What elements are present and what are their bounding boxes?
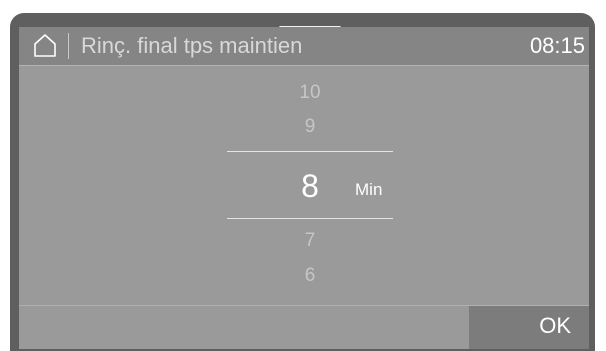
- ok-button[interactable]: OK: [469, 306, 589, 349]
- selection-line-top: [227, 151, 393, 152]
- picker-option[interactable]: 6: [227, 264, 393, 288]
- picker-option[interactable]: 7: [227, 229, 393, 253]
- picker-option[interactable]: 9: [227, 115, 393, 139]
- header-divider: [68, 33, 69, 59]
- home-icon[interactable]: [32, 32, 58, 58]
- header-bar: Rinç. final tps maintien 08:15: [19, 27, 589, 66]
- clock-time: 08:15: [529, 33, 585, 58]
- picker-option[interactable]: 10: [227, 81, 393, 105]
- page-title: Rinç. final tps maintien: [81, 33, 303, 58]
- selection-line-bottom: [227, 218, 393, 219]
- display-screen: Rinç. final tps maintien 08:15 10 9 8 Mi…: [19, 27, 589, 349]
- unit-label: Min: [355, 180, 383, 199]
